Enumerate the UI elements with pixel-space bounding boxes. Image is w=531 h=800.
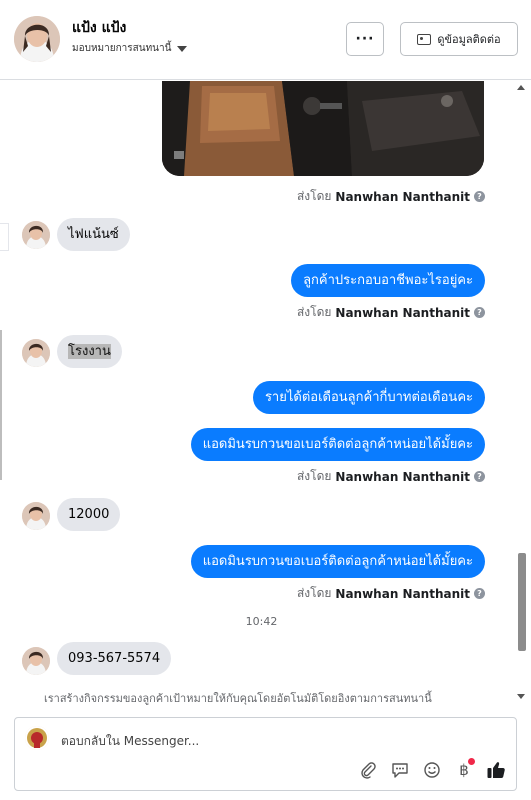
info-icon[interactable]: ? [474, 588, 485, 599]
message-timestamp: 10:42 [245, 615, 278, 628]
outgoing-message[interactable]: แอดมินรบกวนขอเบอร์ติดต่อลูกค้าหน่อยได้มั… [190, 428, 485, 461]
baht-symbol: ฿ [459, 761, 469, 779]
info-icon[interactable]: ? [474, 191, 485, 202]
incoming-message[interactable]: 093-567-5574 [57, 642, 172, 675]
highlighted-text: โรงงาน [68, 344, 111, 359]
assign-label: มอบหมายการสนทนานี้ [72, 43, 172, 54]
composer-toolbar: ฿ [358, 758, 506, 780]
contact-avatar-small[interactable] [22, 221, 50, 249]
auto-activity-notice: เราสร้างกิจกรรมของลูกค้าเป้าหมายให้กับคุ… [44, 692, 432, 705]
contact-avatar[interactable] [14, 16, 60, 62]
agent-name: Nanwhan Nanthanit [335, 586, 470, 601]
incoming-message[interactable]: 12000 [57, 498, 121, 531]
reply-composer[interactable]: ตอบกลับใน Messenger... ฿ [14, 717, 517, 791]
agent-name: Nanwhan Nanthanit [335, 189, 470, 204]
agent-name: Nanwhan Nanthanit [335, 305, 470, 320]
view-contact-label: ดูข้อมูลติดต่อ [437, 33, 501, 46]
outgoing-message[interactable]: รายได้ต่อเดือนลูกค้ากี่บาทต่อเดือนคะ [252, 381, 485, 414]
scrollbar-thumb[interactable] [518, 553, 526, 651]
incoming-message[interactable]: ไฟแน้นซ์ [57, 218, 130, 251]
paperclip-icon[interactable] [358, 760, 378, 780]
info-icon[interactable]: ? [474, 471, 485, 482]
scroll-down-arrow-icon[interactable] [517, 694, 525, 699]
caret-down-icon [177, 45, 188, 52]
left-divider [0, 330, 2, 480]
contact-avatar-small[interactable] [22, 502, 50, 530]
contact-card-icon [417, 33, 432, 45]
side-panel-handle[interactable] [0, 223, 9, 251]
car-interior-image[interactable] [162, 81, 484, 176]
outgoing-message[interactable]: แอดมินรบกวนขอเบอร์ติดต่อลูกค้าหน่อยได้มั… [190, 545, 485, 578]
thumbs-up-icon[interactable] [486, 760, 506, 780]
baht-payment-icon[interactable]: ฿ [454, 758, 475, 780]
notification-dot [468, 758, 475, 765]
emoji-icon[interactable] [422, 760, 442, 780]
view-contact-button[interactable]: ดูข้อมูลติดต่อ [400, 22, 518, 56]
contact-avatar-small[interactable] [22, 647, 50, 675]
scroll-up-arrow-icon[interactable] [517, 85, 525, 90]
info-icon[interactable]: ? [474, 307, 485, 318]
page-avatar [25, 726, 49, 750]
agent-name: Nanwhan Nanthanit [335, 469, 470, 484]
sent-by-label: ส่งโดย Nanwhan Nanthanit ? [297, 584, 485, 603]
incoming-message[interactable]: โรงงาน [57, 335, 122, 368]
sent-by-label: ส่งโดย Nanwhan Nanthanit ? [297, 187, 485, 206]
assign-conversation-dropdown[interactable]: มอบหมายการสนทนานี้ [72, 41, 188, 56]
more-options-button[interactable]: ··· [346, 22, 384, 56]
contact-name: แป้ง แป้ง [72, 20, 127, 36]
conversation-header: แป้ง แป้ง มอบหมายการสนทนานี้ ··· ดูข้อมู… [0, 0, 531, 80]
sent-by-label: ส่งโดย Nanwhan Nanthanit ? [297, 303, 485, 322]
outgoing-message[interactable]: ลูกค้าประกอบอาชีพอะไรอยู่คะ [291, 264, 485, 297]
sent-by-label: ส่งโดย Nanwhan Nanthanit ? [297, 467, 485, 486]
saved-reply-icon[interactable] [390, 760, 410, 780]
reply-input[interactable]: ตอบกลับใน Messenger... [61, 732, 199, 751]
contact-avatar-small[interactable] [22, 339, 50, 367]
